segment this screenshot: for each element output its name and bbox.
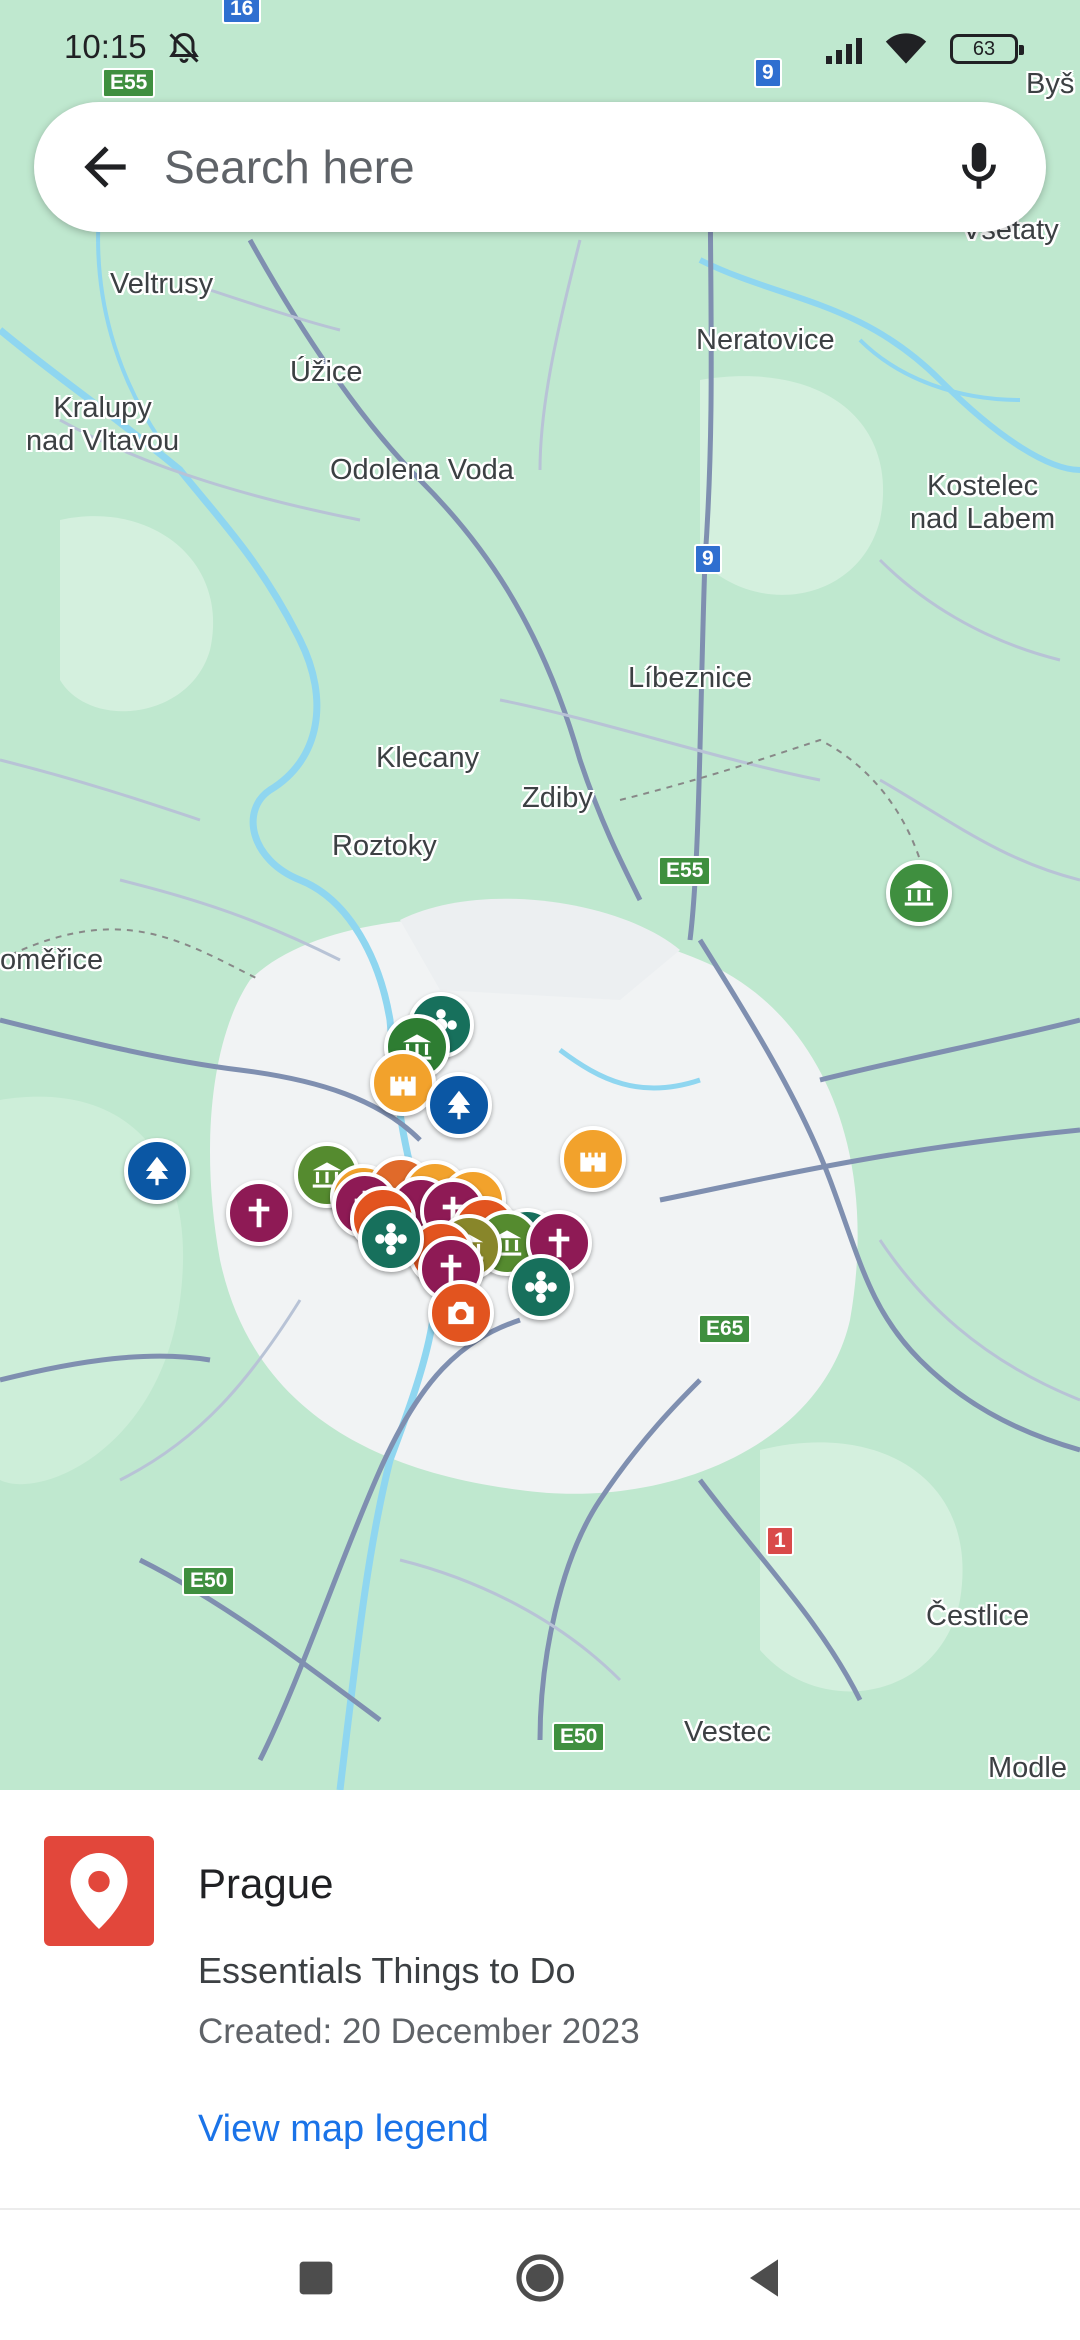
place-label-roztoky: Roztoky: [332, 830, 437, 862]
microphone-icon[interactable]: [950, 138, 1008, 196]
place-label-odolena-voda: Odolena Voda: [330, 454, 514, 486]
place-label-kostelec: Kostelec nad Labem: [910, 470, 1055, 536]
search-placeholder[interactable]: Search here: [164, 140, 415, 194]
flower-icon: [375, 1223, 407, 1255]
place-label-klecany: Klecany: [376, 742, 480, 774]
poi-pin-church-west[interactable]: [226, 1180, 292, 1246]
poi-pin-viewpoint[interactable]: [428, 1280, 494, 1346]
map-title: Prague: [198, 1860, 334, 1907]
map-description: Essentials Things to Do: [198, 1950, 576, 1991]
poi-pin-park[interactable]: [426, 1072, 492, 1138]
tree-icon: [145, 1156, 169, 1186]
place-label-kralupy: Kralupy nad Vltavou: [26, 392, 179, 458]
poi-pin-castle-east[interactable]: [560, 1126, 626, 1192]
place-label-veltrusy: Veltrusy: [110, 268, 214, 300]
place-label-cestlice: Čestlice: [926, 1600, 1030, 1632]
view-map-legend-link[interactable]: View map legend: [198, 2108, 489, 2151]
cross-icon: [248, 1198, 270, 1228]
signal-icon: [826, 38, 862, 64]
road-shield-e50: E50: [552, 1722, 606, 1752]
search-bar[interactable]: Search here: [34, 102, 1046, 232]
map-created-date: Created: 20 December 2023: [198, 2012, 640, 2051]
road-shield-e50-left: E50: [182, 1566, 236, 1596]
place-label-neratovice: Neratovice: [696, 324, 835, 356]
road-shield-e55: E55: [658, 856, 712, 886]
poi-pin-museum-northeast[interactable]: [886, 860, 952, 926]
place-label-vestec: Vestec: [684, 1716, 772, 1748]
back-arrow-icon[interactable]: [74, 136, 136, 198]
place-label-omerice: oměřice: [0, 944, 104, 976]
system-navigation-bar: [0, 2208, 1080, 2340]
square-icon[interactable]: [288, 2250, 344, 2306]
camera-icon: [448, 1301, 474, 1325]
triangle-back-icon[interactable]: [736, 2250, 792, 2306]
wifi-icon: [885, 33, 927, 64]
poi-pin-park-west[interactable]: [124, 1138, 190, 1204]
place-label-zdiby: Zdiby: [522, 782, 593, 814]
tree-icon: [447, 1090, 471, 1120]
bell-off-icon: [169, 32, 199, 63]
castle-icon: [580, 1152, 606, 1172]
poi-pin-garden-2[interactable]: [358, 1206, 424, 1272]
status-time: 10:15: [64, 28, 147, 65]
status-bar: 10:15 63: [0, 0, 1080, 96]
circle-home-icon[interactable]: [512, 2250, 568, 2306]
battery-indicator: 63: [950, 34, 1024, 64]
place-label-kralupy-text: Kralupy nad Vltavou: [26, 392, 180, 457]
road-shield-1: 1: [766, 1526, 794, 1556]
castle-icon: [390, 1076, 416, 1096]
map-pin-icon: [70, 1853, 128, 1929]
place-label-libeznice: Líbeznice: [628, 662, 753, 694]
place-label-modle: Modle: [988, 1752, 1067, 1784]
map-canvas[interactable]: Veltrusy Úžice Neratovice Kralupy nad Vlt…: [0, 0, 1080, 1790]
poi-pin-garden-3[interactable]: [508, 1254, 574, 1320]
map-info-sheet: Prague Essentials Things to Do Created: …: [0, 1790, 1080, 2210]
road-shield-9: 9: [694, 544, 722, 574]
place-label-uzice: Úžice: [290, 356, 363, 388]
my-maps-logo: [44, 1836, 154, 1946]
museum-icon: [904, 880, 934, 906]
place-label-kostelec-text: Kostelec nad Labem: [910, 470, 1056, 535]
flower-icon: [525, 1271, 557, 1303]
road-shield-e65: E65: [698, 1314, 752, 1344]
